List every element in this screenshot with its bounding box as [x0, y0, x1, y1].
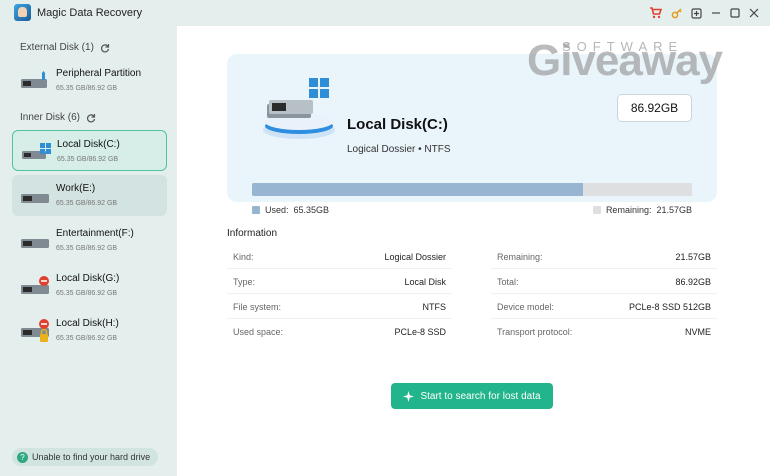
inner-disk-label: Inner Disk (6) — [20, 112, 81, 123]
windows-drive-icon — [22, 143, 51, 159]
information-heading: Information — [227, 228, 278, 239]
info-value: NTFS — [422, 302, 447, 312]
disk-name: Local Disk(C:) — [57, 139, 120, 150]
app-title: Magic Data Recovery — [37, 7, 143, 19]
info-row: Total: 86.92GB — [491, 270, 717, 294]
info-row: Remaining: 21.57GB — [491, 245, 717, 269]
disk-name: Work(E:) — [56, 183, 96, 194]
info-row: Kind: Logical Dossier — [227, 245, 452, 269]
info-row: Type: Local Disk — [227, 270, 452, 294]
refresh-icon[interactable] — [86, 113, 96, 123]
title-bar: Magic Data Recovery — [0, 0, 770, 26]
used-legend: Used: 65.35GB — [252, 205, 329, 215]
info-value: 21.57GB — [675, 252, 711, 262]
disk-name: Peripheral Partition — [56, 68, 142, 79]
disk-name: Entertainment(F:) — [56, 228, 134, 239]
close-icon[interactable] — [745, 4, 763, 22]
external-disk-label: External Disk (1) — [20, 42, 94, 53]
help-text: Unable to find your hard drive — [32, 452, 151, 462]
usage-bar-fill — [252, 183, 583, 196]
sidebar: External Disk (1) Peripheral Partition 6… — [0, 26, 176, 476]
remaining-legend: Remaining: 21.57GB — [592, 205, 692, 215]
feedback-icon[interactable] — [687, 4, 705, 22]
local-disk-illustration-icon — [259, 74, 339, 144]
disk-size: 65.35 GB/86.92 GB — [56, 290, 118, 297]
start-search-button[interactable]: Start to search for lost data — [391, 383, 553, 409]
start-search-label: Start to search for lost data — [420, 390, 541, 402]
disk-size: 65.35 GB/86.92 GB — [57, 156, 119, 163]
usage-bar — [252, 183, 692, 196]
usb-drive-icon — [21, 71, 47, 88]
cannot-find-drive-link[interactable]: ? Unable to find your hard drive — [12, 448, 159, 466]
key-icon[interactable] — [668, 4, 686, 22]
drive-icon — [21, 194, 49, 203]
selected-disk-name: Local Disk(C:) — [347, 116, 448, 133]
disk-name: Local Disk(H:) — [56, 318, 119, 329]
info-key: Remaining: — [497, 252, 543, 262]
disk-item-work-e[interactable]: Work(E:) 65.35 GB/86.92 GB — [12, 175, 167, 216]
info-row: Transport protocol: NVME — [491, 320, 717, 344]
disk-item-entertainment-f[interactable]: Entertainment(F:) 65.35 GB/86.92 GB — [12, 220, 167, 261]
info-value: PCLe-8 SSD 512GB — [628, 302, 711, 312]
info-key: Kind: — [233, 252, 254, 262]
watermark: Giveaway — [527, 36, 723, 85]
drive-icon — [21, 239, 49, 248]
info-value: Logical Dossier — [384, 252, 446, 262]
remaining-swatch — [592, 206, 601, 214]
info-key: Type: — [233, 277, 256, 287]
info-value: NVME — [684, 327, 711, 337]
minimize-icon[interactable] — [707, 4, 725, 22]
cart-icon[interactable] — [646, 4, 664, 22]
inner-disk-heading: Inner Disk (6) — [20, 112, 96, 123]
disk-name: Local Disk(G:) — [56, 273, 120, 284]
info-key: Device model: — [497, 302, 555, 312]
capacity-badge: 86.92GB — [617, 94, 692, 122]
sparkle-icon — [403, 390, 415, 402]
refresh-icon[interactable] — [100, 43, 110, 53]
disk-size: 65.35 GB/86.92 GB — [56, 200, 118, 207]
info-value: 86.92GB — [675, 277, 711, 287]
info-row: Device model: PCLe-8 SSD 512GB — [491, 295, 717, 319]
selected-disk-type: Logical Dossier • NTFS — [347, 144, 451, 155]
external-disk-heading: External Disk (1) — [20, 42, 110, 53]
used-swatch — [252, 206, 260, 214]
disk-size: 65.35 GB/86.92 GB — [56, 335, 118, 342]
disk-item-local-disk-g[interactable]: Local Disk(G:) 65.35 GB/86.92 GB — [12, 265, 167, 306]
question-icon: ? — [17, 451, 28, 463]
disk-size: 65.35 GB/86.92 GB — [56, 245, 118, 252]
info-key: Used space: — [233, 327, 284, 337]
main-panel: Local Disk(C:) Logical Dossier • NTFS 86… — [177, 26, 770, 476]
app-logo-icon — [14, 4, 31, 21]
info-row: File system: NTFS — [227, 295, 452, 319]
used-value: 65.35GB — [293, 205, 330, 215]
info-value: Local Disk — [404, 277, 446, 287]
disk-item-peripheral-partition[interactable]: Peripheral Partition 65.35 GB/86.92 GB — [12, 60, 167, 101]
remaining-value: 21.57GB — [656, 205, 692, 215]
info-key: Transport protocol: — [497, 327, 573, 337]
info-row: Used space: PCLe-8 SSD — [227, 320, 452, 344]
used-label: Used: — [265, 205, 289, 215]
disk-item-local-disk-c[interactable]: Local Disk(C:) 65.35 GB/86.92 GB — [12, 130, 167, 171]
info-key: File system: — [233, 302, 282, 312]
maximize-icon[interactable] — [726, 4, 744, 22]
info-value: PCLe-8 SSD — [394, 327, 446, 337]
drive-error-icon — [21, 276, 49, 294]
drive-locked-icon — [21, 319, 49, 342]
disk-size: 65.35 GB/86.92 GB — [56, 85, 118, 92]
remaining-label: Remaining: — [605, 205, 652, 215]
info-key: Total: — [497, 277, 519, 287]
disk-item-local-disk-h[interactable]: Local Disk(H:) 65.35 GB/86.92 GB — [12, 310, 167, 351]
